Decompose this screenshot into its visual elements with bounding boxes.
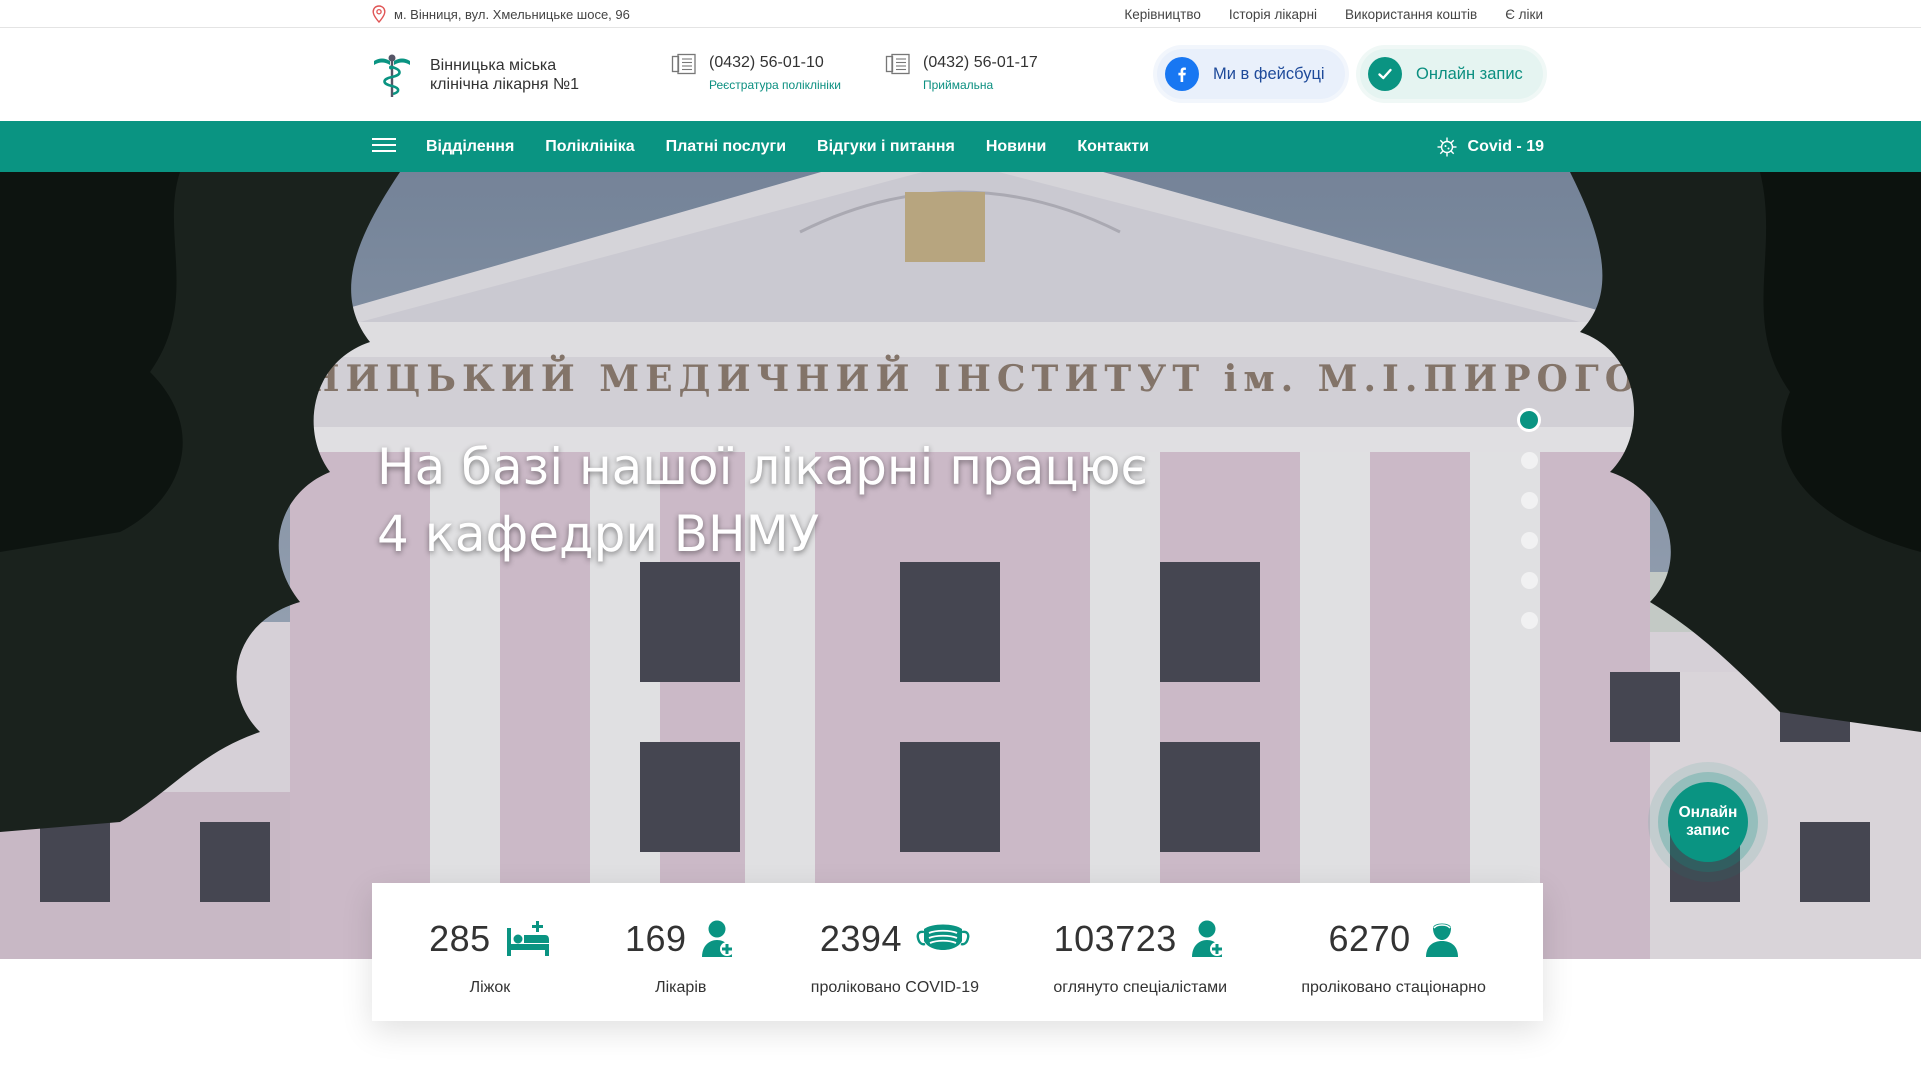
stat-label: оглянуто спеціалістами: [1053, 979, 1228, 996]
floating-online-booking-label: Онлайн запис: [1678, 804, 1738, 839]
covid-link[interactable]: Covid - 19: [1436, 121, 1544, 172]
phone-registry: (0432) 56-01-10 Реєстратура поліклініки: [671, 53, 841, 92]
stat-value: 169: [624, 918, 687, 959]
online-booking-label: Онлайн запис: [1416, 64, 1523, 83]
hero-title: На базі нашої лікарні працює 4 кафедри В…: [377, 438, 1148, 563]
online-booking-button[interactable]: Онлайн запис: [1360, 49, 1543, 99]
site-header: Вінницька міська клінічна лікарня №1 (04…: [0, 29, 1921, 121]
stat-doctors: 169 Лікарів: [625, 883, 737, 1021]
caduceus-logo-icon: [374, 54, 410, 97]
top-link-management[interactable]: Керівництво: [1124, 7, 1201, 22]
virus-icon: [1437, 137, 1457, 156]
nav-item-reviews[interactable]: Відгуки і питання: [817, 138, 955, 156]
stat-covid: 2394 проліковано COVID-19: [811, 883, 979, 1021]
phone-reception: (0432) 56-01-17 Приймальна: [885, 53, 1038, 92]
stat-value: 6270: [1328, 918, 1411, 959]
doctor-icon: [701, 920, 734, 957]
logo-line-2: клінічна лікарня №1: [430, 76, 580, 93]
nav-menu: Відділення Поліклініка Платні послуги Ві…: [426, 121, 1149, 172]
address: м. Вінниця, вул. Хмельницьке шосе, 96: [372, 0, 630, 28]
stat-label: Ліжок: [469, 979, 511, 996]
nav-item-contacts[interactable]: Контакти: [1077, 138, 1149, 156]
stat-value: 285: [429, 918, 491, 959]
top-utility-bar: м. Вінниця, вул. Хмельницьке шосе, 96 Ке…: [0, 0, 1921, 28]
slider-dot-2[interactable]: [1520, 452, 1538, 469]
facebook-button-label: Ми в фейсбуці: [1213, 64, 1325, 83]
stats-panel: 285 Ліжок 169 Лікарів 2394 проліковано C…: [372, 883, 1543, 1021]
mask-icon: [916, 924, 970, 950]
phone-reception-label: Приймальна: [923, 78, 994, 92]
stat-value: 2394: [819, 918, 902, 959]
top-links: Керівництво Історія лікарні Використання…: [1124, 0, 1543, 28]
phone-reception-number[interactable]: (0432) 56-01-17: [923, 53, 1038, 73]
top-link-funds[interactable]: Використання коштів: [1345, 7, 1477, 22]
site-logo[interactable]: Вінницька міська клінічна лікарня №1: [372, 51, 610, 99]
phone-book-icon: [885, 53, 910, 75]
facebook-icon: [1165, 57, 1199, 91]
hamburger-menu-icon[interactable]: [372, 138, 396, 154]
slider-dot-4[interactable]: [1520, 532, 1538, 549]
address-text: м. Вінниця, вул. Хмельницьке шосе, 96: [394, 6, 630, 22]
slider-dot-5[interactable]: [1520, 572, 1538, 589]
doctor-icon: [1191, 920, 1224, 957]
checkmark-icon: [1368, 57, 1402, 91]
stat-label: Лікарів: [655, 979, 707, 996]
phone-book-icon: [671, 53, 696, 75]
nav-item-departments[interactable]: Відділення: [426, 138, 514, 156]
nav-item-paid-services[interactable]: Платні послуги: [666, 138, 786, 156]
phone-registry-number[interactable]: (0432) 56-01-10: [709, 53, 841, 73]
location-pin-icon: [372, 5, 386, 23]
facebook-button[interactable]: Ми в фейсбуці: [1157, 49, 1345, 99]
nav-item-polyclinic[interactable]: Поліклініка: [545, 138, 634, 156]
phone-registry-label: Реєстратура поліклініки: [709, 78, 841, 92]
hero-slider: ВІННИЦЬКИЙ МЕДИЧНИЙ ІНСТИТУТ ім. М.І.ПИР…: [0, 172, 1921, 959]
stat-label: проліковано COVID-19: [810, 979, 980, 996]
logo-name: Вінницька міська клінічна лікарня №1: [430, 56, 610, 94]
slider-pagination: [1517, 408, 1541, 652]
stat-beds: 285 Ліжок: [429, 883, 551, 1021]
slider-dot-6[interactable]: [1520, 612, 1538, 629]
patient-icon: [1425, 923, 1458, 957]
stat-label: проліковано стаціонарно: [1301, 979, 1486, 996]
covid-link-label: Covid - 19: [1467, 137, 1544, 155]
stat-examined: 103723 оглянуто спеціалістами: [1053, 883, 1227, 1021]
main-nav: Відділення Поліклініка Платні послуги Ві…: [0, 121, 1921, 172]
slider-dot-3[interactable]: [1520, 492, 1538, 509]
top-link-history[interactable]: Історія лікарні: [1229, 7, 1317, 22]
stat-value: 103723: [1053, 918, 1177, 959]
logo-line-1: Вінницька міська: [430, 57, 557, 74]
nav-item-news[interactable]: Новини: [986, 138, 1047, 156]
bed-icon: [506, 921, 549, 956]
floating-online-booking-button[interactable]: Онлайн запис: [1668, 782, 1748, 862]
top-link-medicines[interactable]: Є ліки: [1505, 7, 1543, 22]
stat-inpatient: 6270 проліковано стаціонарно: [1301, 883, 1486, 1021]
slider-dot-1[interactable]: [1517, 408, 1541, 432]
